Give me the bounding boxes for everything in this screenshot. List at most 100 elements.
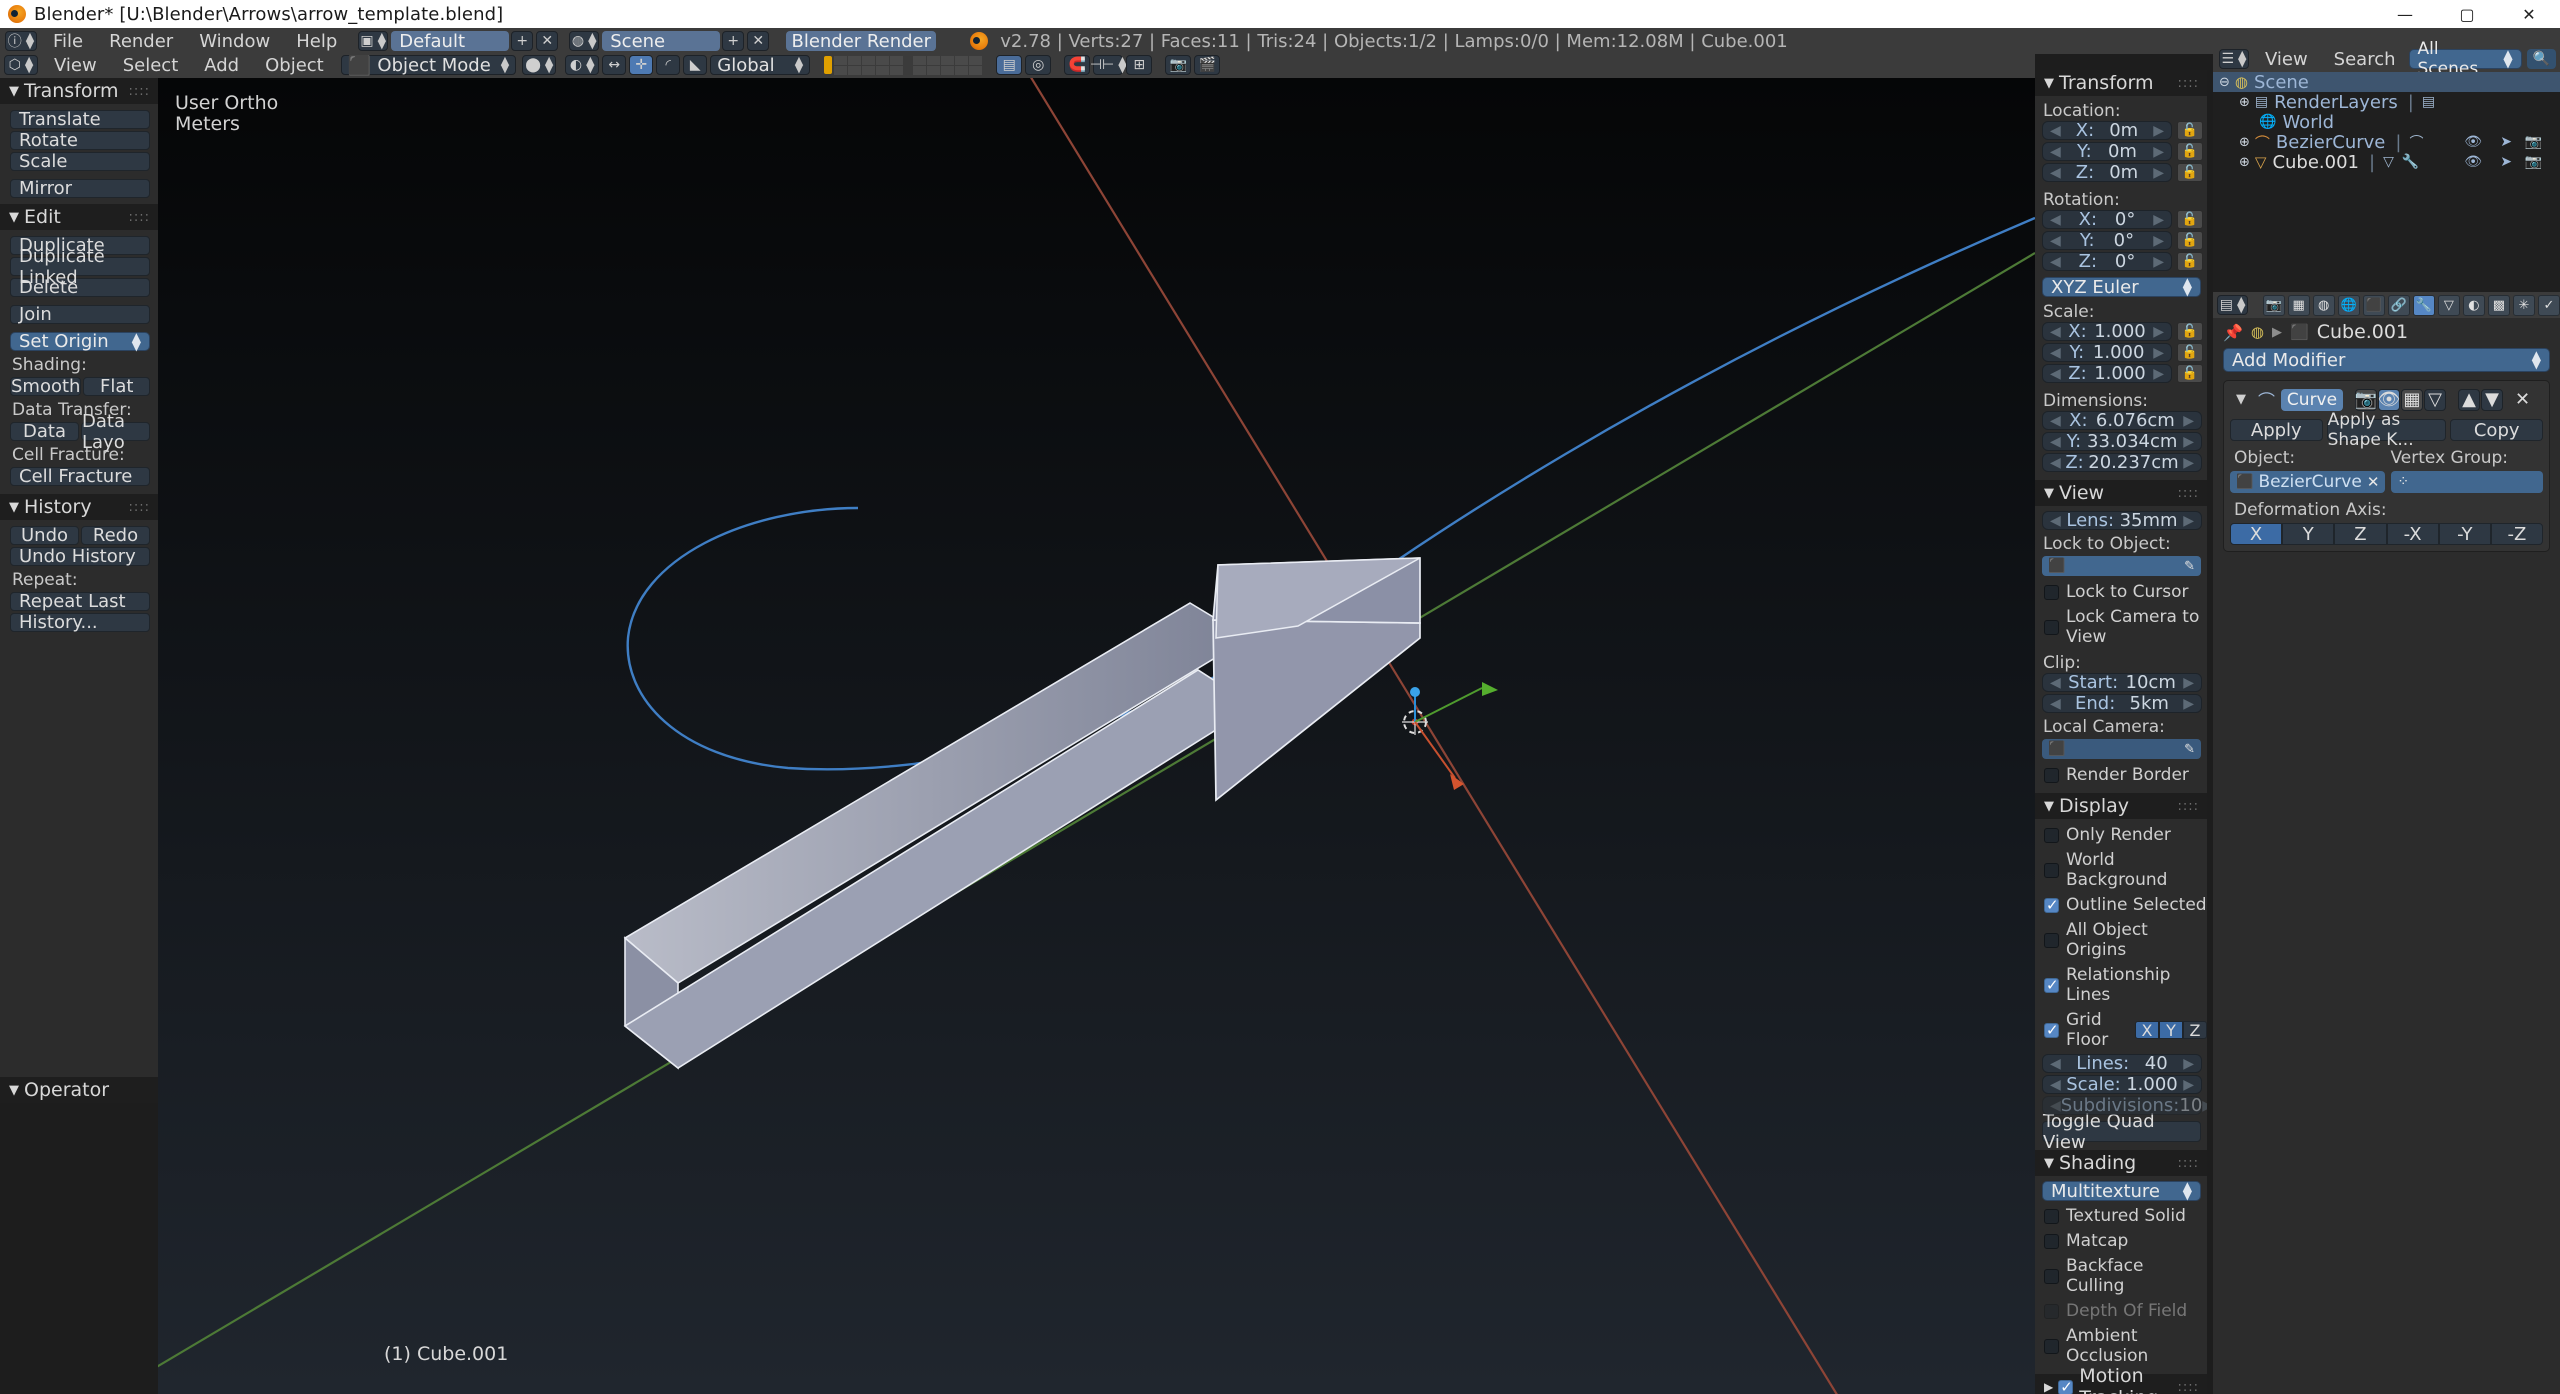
- modifier-vertex-group-field[interactable]: ⁘: [2391, 471, 2543, 493]
- menu-help[interactable]: Help: [283, 31, 350, 52]
- scene-field[interactable]: Scene: [602, 31, 721, 52]
- properties-tab-material[interactable]: ◐: [2462, 294, 2485, 316]
- relationship-lines-checkbox[interactable]: [2044, 976, 2059, 994]
- outliner-search-input[interactable]: 🔍: [2526, 49, 2556, 69]
- collapse-toggle-icon[interactable]: ⊖: [2219, 75, 2230, 90]
- transform-orientation-select[interactable]: Global ▲ ▼: [710, 55, 811, 76]
- outliner-row-renderlayers[interactable]: ⊕ ▤ RenderLayers | ▤: [2213, 92, 2560, 113]
- outliner-row-world[interactable]: 🌐 World: [2213, 112, 2560, 133]
- join-button[interactable]: Join: [10, 304, 150, 325]
- viewport-menu-view[interactable]: View: [41, 55, 110, 76]
- properties-tab-object[interactable]: ⬛: [2362, 294, 2385, 316]
- manipulator-toggle-button[interactable]: ↔: [602, 55, 627, 75]
- undo-button[interactable]: Undo: [10, 525, 79, 546]
- location-z-field[interactable]: ◀ Z: 0m ▶: [2042, 162, 2172, 183]
- properties-tab-render-layers[interactable]: ▦: [2287, 294, 2310, 316]
- menu-render[interactable]: Render: [96, 31, 186, 52]
- editor-type-3dview-icon[interactable]: ⬡ ▲ ▼: [4, 55, 38, 75]
- shade-smooth-button[interactable]: Smooth: [10, 376, 82, 397]
- location-y-field[interactable]: ◀ Y: 0m ▶: [2042, 141, 2172, 162]
- repeat-last-button[interactable]: Repeat Last: [10, 591, 150, 612]
- modifier-copy-button[interactable]: Copy: [2450, 419, 2543, 441]
- properties-tab-render[interactable]: 📷: [2262, 294, 2285, 316]
- local-camera-field[interactable]: ⬛ ✎: [2042, 739, 2201, 759]
- cell-fracture-button[interactable]: Cell Fracture: [10, 466, 150, 487]
- set-origin-dropdown[interactable]: Set Origin ▲ ▼: [10, 331, 150, 352]
- outline-selected-row[interactable]: Outline Selected: [2044, 895, 2207, 915]
- textured-solid-checkbox[interactable]: [2044, 1208, 2059, 1224]
- layer-block-1[interactable]: [834, 55, 904, 75]
- deformation-axis-negy-button[interactable]: -Y: [2438, 523, 2491, 545]
- grid-floor-row[interactable]: Grid Floor X Y Z: [2044, 1010, 2207, 1050]
- ambient-occlusion-row[interactable]: Ambient Occlusion: [2044, 1326, 2207, 1366]
- opengl-render-image-icon[interactable]: 📷: [1165, 55, 1192, 75]
- lock-camera-to-view-checkbox[interactable]: [2044, 619, 2059, 635]
- history-button[interactable]: History...: [10, 612, 150, 633]
- manipulator-rotate-button[interactable]: ◜: [656, 55, 681, 75]
- editor-type-info-icon[interactable]: ⓘ ▲ ▼: [5, 31, 37, 51]
- editor-type-outliner-icon[interactable]: ☰ ▲ ▼: [2219, 49, 2249, 69]
- add-scene-button[interactable]: +: [722, 31, 745, 51]
- lock-scene-to-object-icon[interactable]: ▤: [996, 55, 1023, 75]
- n-view-header[interactable]: ▼ View ::::: [2035, 480, 2207, 506]
- ambient-occlusion-checkbox[interactable]: [2044, 1338, 2059, 1354]
- modifier-object-field[interactable]: ⬛ BezierCurve ✕: [2230, 471, 2386, 493]
- window-controls[interactable]: — ▢ ✕: [2374, 0, 2560, 28]
- properties-tab-modifiers[interactable]: 🔧: [2412, 294, 2435, 316]
- modifier-delete-icon[interactable]: ✕: [2515, 389, 2530, 410]
- menu-file[interactable]: File: [40, 31, 96, 52]
- grid-axis-x-toggle[interactable]: X: [2135, 1021, 2159, 1040]
- layer-block-2[interactable]: [913, 55, 983, 75]
- restrict-select-icon[interactable]: ➤: [2500, 154, 2512, 170]
- screen-layout-field[interactable]: Default: [391, 31, 510, 52]
- dimension-y-field[interactable]: ◀ Y: 33.034cm ▶: [2042, 431, 2202, 452]
- modifier-name-field[interactable]: Curve: [2281, 388, 2343, 411]
- backface-culling-checkbox[interactable]: [2044, 1268, 2059, 1284]
- lock-scale-x-icon[interactable]: 🔓: [2177, 322, 2203, 341]
- rotation-z-field[interactable]: ◀ Z: 0° ▶: [2042, 251, 2172, 272]
- n-shading-header[interactable]: ▼ Shading ::::: [2035, 1150, 2207, 1176]
- expand-toggle-icon[interactable]: ⊕: [2239, 95, 2250, 110]
- modifier-realtime-toggle-icon[interactable]: 👁: [2378, 388, 2400, 411]
- delete-scene-button[interactable]: ✕: [747, 31, 770, 51]
- matcap-checkbox[interactable]: [2044, 1233, 2059, 1249]
- grid-axis-y-toggle[interactable]: Y: [2159, 1021, 2183, 1040]
- lens-field[interactable]: ◀ Lens: 35mm ▶: [2042, 510, 2202, 531]
- outliner-row-scene[interactable]: ⊖ ◍ Scene: [2213, 72, 2560, 93]
- deformation-axis-negx-button[interactable]: -X: [2386, 523, 2439, 545]
- pin-icon[interactable]: 📌: [2223, 323, 2243, 342]
- viewport-menu-add[interactable]: Add: [191, 55, 252, 76]
- viewport-shading-select[interactable]: ⬤ ▲ ▼: [522, 55, 557, 75]
- scale-x-field[interactable]: ◀ X: 1.000 ▶: [2042, 321, 2172, 342]
- snap-element-select[interactable]: ⊣⊢ ▲ ▼: [1090, 55, 1127, 75]
- lock-location-y-icon[interactable]: 🔓: [2177, 142, 2203, 161]
- lock-rotation-x-icon[interactable]: 🔓: [2177, 210, 2203, 229]
- textured-solid-row[interactable]: Textured Solid: [2044, 1206, 2207, 1226]
- grid-scale-field[interactable]: ◀ Scale: 1.000 ▶: [2042, 1074, 2202, 1095]
- world-background-checkbox[interactable]: [2044, 862, 2059, 878]
- restrict-view-icon[interactable]: 👁: [2464, 154, 2482, 170]
- grid-floor-checkbox[interactable]: [2044, 1021, 2059, 1039]
- eyedropper-icon[interactable]: ✎: [2184, 742, 2195, 757]
- manipulator-translate-button[interactable]: ✛: [629, 55, 654, 75]
- render-border-row[interactable]: Render Border: [2044, 765, 2207, 785]
- transform-section-header[interactable]: ▼ Transform ::::: [0, 78, 158, 104]
- deformation-axis-y-button[interactable]: Y: [2282, 523, 2335, 545]
- editor-type-properties-icon[interactable]: ▤ ▲ ▼: [2217, 295, 2249, 315]
- interaction-mode-select[interactable]: ⬛ Object Mode ▲ ▼: [340, 55, 517, 77]
- snap-magnet-icon[interactable]: 🧲: [1064, 55, 1091, 75]
- collapse-triangle-icon[interactable]: ▼: [2230, 392, 2252, 407]
- add-screen-layout-button[interactable]: +: [511, 31, 534, 51]
- deformation-axis-negz-button[interactable]: -Z: [2490, 523, 2544, 545]
- modifier-editmode-toggle-icon[interactable]: ▦: [2401, 388, 2423, 411]
- modifier-apply-as-shape-key-button[interactable]: Apply as Shape K...: [2326, 410, 2447, 450]
- properties-tab-data[interactable]: ▽: [2437, 294, 2460, 316]
- delete-screen-layout-button[interactable]: ✕: [536, 31, 559, 51]
- lock-camera-to-view-row[interactable]: Lock Camera to View: [2044, 607, 2207, 647]
- clip-end-field[interactable]: ◀ End: 5km ▶: [2042, 693, 2202, 714]
- restrict-render-icon[interactable]: 📷: [2525, 154, 2542, 170]
- properties-tab-constraints[interactable]: 🔗: [2387, 294, 2410, 316]
- operator-section-header[interactable]: ▼ Operator: [0, 1077, 158, 1103]
- add-modifier-dropdown[interactable]: Add Modifier ▲ ▼: [2223, 348, 2550, 372]
- minimize-button[interactable]: —: [2374, 0, 2436, 28]
